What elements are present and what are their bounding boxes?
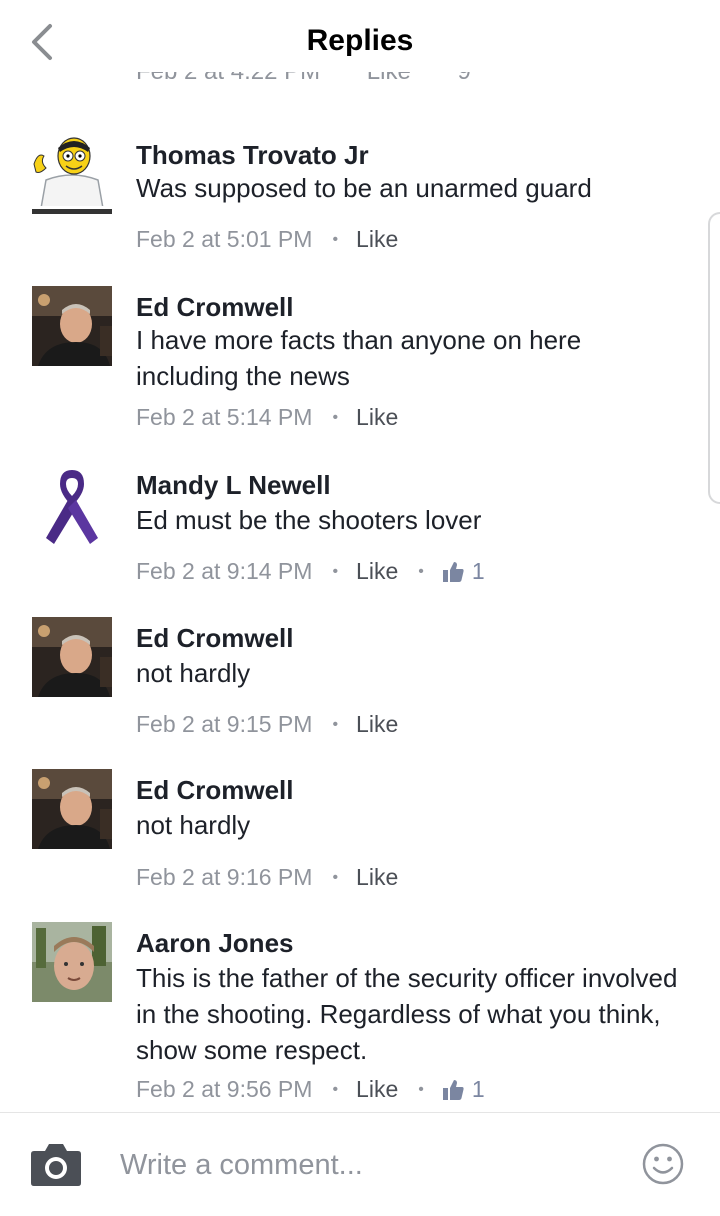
comment-meta: Feb 2 at 9:16 PM • Like <box>136 864 398 891</box>
comment-text: not hardly <box>136 658 251 688</box>
thumbs-up-icon <box>442 1079 464 1100</box>
separator-dot: • <box>418 1080 424 1098</box>
purple-ribbon-icon <box>32 464 112 544</box>
comment-time[interactable]: Feb 2 at 9:14 PM <box>136 558 312 585</box>
comment-author[interactable]: Aaron Jones <box>136 928 294 959</box>
previous-comment-time: Feb 2 at 4:22 PM <box>136 72 320 85</box>
separator-dot: • <box>418 562 424 580</box>
separator-dot: • <box>332 868 339 886</box>
reaction-count: 1 <box>471 1076 485 1102</box>
comment-author[interactable]: Mandy L Newell <box>136 470 331 501</box>
comment-text: I have more facts than anyone on here in… <box>136 325 582 391</box>
comment-meta: Feb 2 at 5:01 PM • Like <box>136 226 398 253</box>
like-link[interactable]: Like <box>356 226 398 253</box>
comment-text: Ed must be the shooters lover <box>136 505 482 535</box>
comment-time[interactable]: Feb 2 at 9:16 PM <box>136 864 312 891</box>
separator-dot: • <box>332 408 339 426</box>
separator-dot: • <box>332 715 339 733</box>
smiley-icon <box>642 1143 684 1185</box>
avatar[interactable] <box>32 134 112 214</box>
avatar[interactable] <box>32 769 112 849</box>
emoji-button[interactable] <box>642 1143 684 1185</box>
comment-text: Was supposed to be an unarmed guard <box>136 173 592 203</box>
separator-dot: • <box>332 562 339 580</box>
like-link[interactable]: Like <box>356 711 398 738</box>
comment-author[interactable]: Ed Cromwell <box>136 292 293 323</box>
page-title: Replies <box>306 24 414 57</box>
comment-meta: Feb 2 at 9:15 PM • Like <box>136 711 398 738</box>
comment-meta: Feb 2 at 9:56 PM • Like • 1 <box>136 1076 485 1103</box>
comment-time[interactable]: Feb 2 at 9:15 PM <box>136 711 312 738</box>
comment-meta: Feb 2 at 5:14 PM • Like <box>136 404 398 431</box>
avatar[interactable] <box>32 922 112 1002</box>
like-link[interactable]: Like <box>356 1076 398 1103</box>
photo-avatar-icon <box>32 922 112 1002</box>
comment-meta: Feb 2 at 9:14 PM • Like • 1 <box>136 558 485 585</box>
reaction-summary[interactable]: 1 <box>442 1076 485 1103</box>
photo-avatar-icon <box>32 617 112 697</box>
reaction-count: 1 <box>471 558 485 584</box>
photo-avatar-icon <box>32 769 112 849</box>
thumbs-up-icon <box>442 561 464 582</box>
comment-composer <box>0 1112 720 1216</box>
like-link[interactable]: Like <box>356 558 398 585</box>
camera-button[interactable] <box>30 1141 82 1187</box>
like-link[interactable]: Like <box>356 404 398 431</box>
previous-comment-meta: Feb 2 at 4:22 PM Like 9 <box>136 72 536 96</box>
like-link[interactable]: Like <box>356 864 398 891</box>
comment-author[interactable]: Thomas Trovato Jr <box>136 140 369 171</box>
reaction-summary[interactable]: 1 <box>442 558 485 585</box>
comment-input[interactable] <box>120 1143 600 1187</box>
comment-text: not hardly <box>136 810 251 840</box>
avatar[interactable] <box>32 464 112 544</box>
scrollbar[interactable] <box>708 212 720 504</box>
comment-author[interactable]: Ed Cromwell <box>136 775 293 806</box>
avatar[interactable] <box>32 617 112 697</box>
comment-time[interactable]: Feb 2 at 5:01 PM <box>136 226 312 253</box>
previous-like-link[interactable]: Like <box>367 72 411 85</box>
comment-time[interactable]: Feb 2 at 5:14 PM <box>136 404 312 431</box>
comment-author[interactable]: Ed Cromwell <box>136 623 293 654</box>
camera-icon <box>31 1144 81 1186</box>
comment-time[interactable]: Feb 2 at 9:56 PM <box>136 1076 312 1103</box>
separator-dot: • <box>332 1080 339 1098</box>
separator-dot: • <box>332 230 339 248</box>
comment-text: This is the father of the security offic… <box>136 963 678 1065</box>
cartoon-avatar-icon <box>32 134 112 214</box>
photo-avatar-icon <box>32 286 112 366</box>
avatar[interactable] <box>32 286 112 366</box>
previous-reaction-count: 9 <box>457 72 470 85</box>
